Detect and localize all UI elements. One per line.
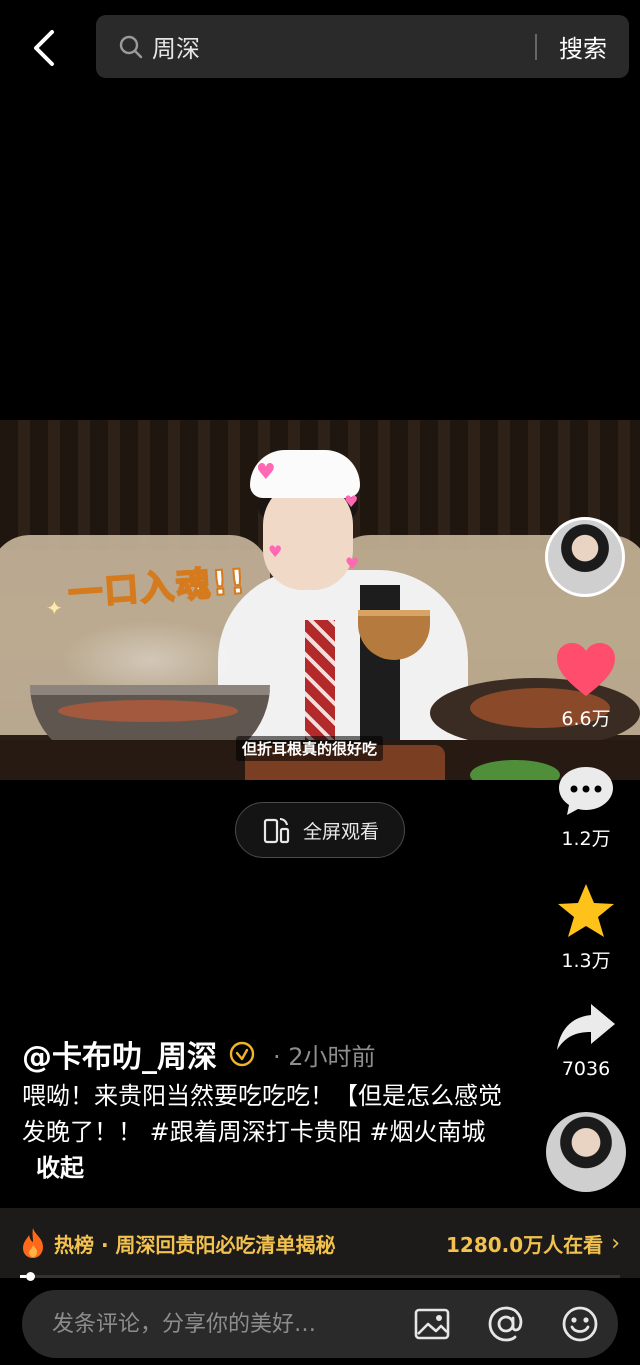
mention-button[interactable] [486,1304,526,1344]
video-player[interactable]: ♥ ♥ ♥ ♥ ✦ 一口入魂!! 但折耳根真的很好吃 [0,420,640,780]
verified-badge-icon [229,1041,255,1067]
star-icon [558,884,614,937]
heart-sticker-icon: ♥ [344,492,359,511]
comment-button[interactable]: 1.2万 [546,764,626,851]
author-row: @卡布叻_周深 · 2小时前 [22,1032,376,1076]
at-sign-icon [488,1306,523,1342]
video-soup [58,700,238,722]
favorite-button[interactable]: 1.3万 [546,882,626,973]
video-progress-bar[interactable] [20,1275,620,1278]
like-heart-shape [557,643,615,696]
search-bar[interactable]: 周深 搜索 [96,15,629,78]
hot-viewer-count: 1280.0万人在看 [446,1232,604,1257]
like-count: 6.6万 [561,708,611,730]
video-subtitle: 但折耳根真的很好吃 [236,736,384,761]
post-description: 喂呦！来贵阳当然要吃吃吃！【但是怎么感觉发晚了！！ #跟着周深打卡贵阳 #烟火南… [22,1078,522,1186]
comment-bar [22,1290,618,1358]
share-count: 7036 [561,1058,611,1080]
comment-bubble-icon [559,767,613,815]
fullscreen-button[interactable]: 全屏观看 [235,802,405,858]
post-description-text: 喂呦！来贵阳当然要吃吃吃！【但是怎么感觉发晚了！！ #跟着周深打卡贵阳 #烟火南… [22,1082,502,1146]
collapse-link[interactable]: 收起 [36,1154,84,1182]
image-button[interactable] [412,1304,452,1344]
chevron-right-icon: › [611,1230,620,1256]
author-name[interactable]: @卡布叻_周深 [22,1032,217,1076]
image-icon [414,1308,450,1340]
comment-input[interactable] [50,1310,378,1338]
comment-count: 1.2万 [561,828,611,850]
heart-sticker-icon: ♥ [256,460,276,485]
favorite-count: 1.3万 [561,950,611,972]
emoji-button[interactable] [560,1304,600,1344]
author-avatar[interactable] [545,517,625,597]
hot-list-title: 热榜 · 周深回贵阳必吃清单揭秘 [54,1232,336,1257]
heart-sticker-icon: ♥ [345,554,360,573]
sparkle-icon: ✦ [46,596,63,620]
post-time: · 2小时前 [273,1042,376,1071]
heart-sticker-icon: ♥ [268,542,283,561]
like-button[interactable]: 6.6万 [546,642,626,731]
search-input[interactable]: 周深 [152,29,535,64]
fullscreen-label: 全屏观看 [302,820,379,843]
share-arrow-icon [557,1004,615,1050]
smiley-icon [562,1306,598,1342]
share-button[interactable]: 7036 [546,1002,626,1080]
search-button[interactable]: 搜索 [559,29,607,64]
search-divider [535,33,537,60]
search-icon [119,35,143,58]
back-button[interactable] [18,22,70,74]
heart-icon [557,643,615,696]
rotate-screen-icon [263,817,290,844]
chevron-left-icon [34,30,54,66]
hot-list-bar[interactable]: 热榜 · 周深回贵阳必吃清单揭秘 1280.0万人在看 › [0,1208,640,1278]
video-progress-handle[interactable] [26,1272,35,1281]
fire-icon [23,1228,43,1258]
favorite-star-shape [558,884,614,937]
music-disc-avatar[interactable] [546,1112,626,1192]
